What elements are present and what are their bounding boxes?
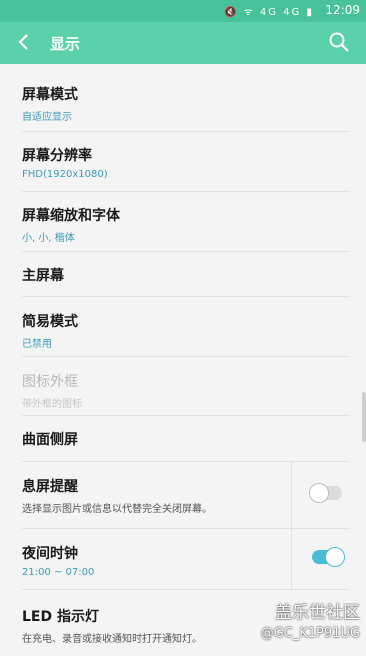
app-bar: 显示 xyxy=(0,22,366,64)
watermark: 盖乐世社区 @GC_K1P91UG xyxy=(261,598,360,641)
setting-edge-screen[interactable]: 曲面侧屏 xyxy=(22,416,350,462)
setting-title: 主屏幕 xyxy=(22,268,64,284)
settings-list: 屏幕模式 自适应显示 屏幕分辨率 FHD(1920x1080) 屏幕缩放和字体 … xyxy=(0,64,366,656)
edge-panel-handle[interactable] xyxy=(362,392,366,442)
setting-title: 曲面侧屏 xyxy=(22,432,78,448)
setting-zoom-font[interactable]: 屏幕缩放和字体 小, 小, 楷体 xyxy=(22,192,350,252)
watermark-line1: 盖乐世社区 xyxy=(275,603,360,623)
setting-title: 屏幕模式 xyxy=(22,87,78,103)
setting-icon-frames: 图标外框 带外框的图标 xyxy=(22,357,350,416)
setting-subtitle: 已禁用 xyxy=(22,339,52,350)
setting-always-on-display[interactable]: 息屏提醒 选择显示图片或信息以代替完全关闭屏幕。 xyxy=(22,462,350,529)
page-title: 显示 xyxy=(50,35,81,53)
toggle-container xyxy=(291,529,350,589)
status-time: 12:09 xyxy=(325,3,360,17)
night-clock-toggle-switch[interactable] xyxy=(312,547,345,567)
setting-home-screen[interactable]: 主屏幕 xyxy=(22,252,350,297)
setting-title: 屏幕缩放和字体 xyxy=(22,208,120,224)
status-icons: 🔇 ᯤ 4G 4G ▮ xyxy=(223,7,314,18)
setting-subtitle: 自适应显示 xyxy=(22,112,72,123)
setting-night-clock[interactable]: 夜间时钟 21:00 ~ 07:00 xyxy=(22,529,350,590)
setting-easy-mode[interactable]: 简易模式 已禁用 xyxy=(22,297,350,357)
toggle-knob xyxy=(325,547,345,567)
setting-subtitle: FHD(1920x1080) xyxy=(22,169,108,180)
toggle-container xyxy=(291,462,350,528)
setting-title: 图标外框 xyxy=(22,374,78,390)
setting-subtitle: 带外框的图标 xyxy=(22,399,82,410)
back-arrow-icon[interactable] xyxy=(14,31,36,53)
setting-screen-mode[interactable]: 屏幕模式 自适应显示 xyxy=(22,64,350,132)
setting-subtitle: 小, 小, 楷体 xyxy=(22,233,75,244)
setting-title: 屏幕分辨率 xyxy=(22,148,92,164)
aod-toggle-switch[interactable] xyxy=(309,483,342,503)
setting-title: 简易模式 xyxy=(22,314,78,330)
watermark-line2: @GC_K1P91UG xyxy=(260,626,360,641)
search-icon[interactable] xyxy=(328,31,350,53)
setting-screen-resolution[interactable]: 屏幕分辨率 FHD(1920x1080) xyxy=(22,132,350,192)
toggle-knob xyxy=(309,483,329,503)
status-bar: 🔇 ᯤ 4G 4G ▮ 12:09 xyxy=(0,0,366,22)
